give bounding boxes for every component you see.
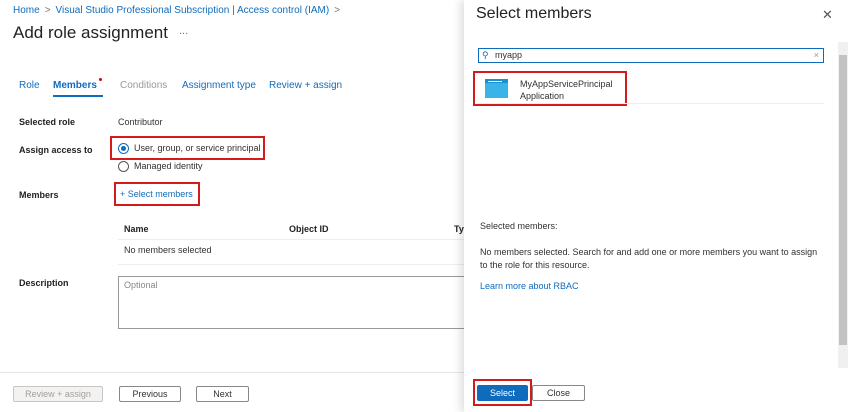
previous-button[interactable]: Previous [119, 386, 181, 402]
result-type: Application [520, 91, 565, 101]
radio-empty-icon [118, 161, 129, 173]
clear-icon[interactable]: × [814, 49, 819, 62]
selected-role-label: Selected role [19, 117, 76, 127]
assign-access-label: Assign access to [19, 145, 93, 155]
page-title: Add role assignment [13, 23, 168, 42]
more-options-button[interactable]: ... [179, 25, 188, 37]
radio-selected-icon [118, 143, 129, 155]
application-icon [485, 79, 508, 98]
scrollbar-thumb[interactable] [839, 55, 847, 345]
selected-role-value: Contributor [118, 117, 163, 127]
select-button[interactable]: Select [477, 385, 528, 401]
close-button[interactable]: Close [532, 385, 585, 401]
column-header-object-id: Object ID [289, 224, 329, 234]
tab-conditions[interactable]: Conditions [120, 80, 167, 91]
member-search-input[interactable]: ⚲ myapp × [478, 48, 824, 63]
divider [118, 264, 478, 265]
no-members-text: No members selected. Search for and add … [480, 247, 818, 270]
review-assign-button[interactable]: Review + assign [13, 386, 103, 402]
members-label: Members [19, 190, 59, 200]
search-value: myapp [495, 50, 523, 60]
tab-review-assign[interactable]: Review + assign [269, 80, 342, 91]
next-button[interactable]: Next [196, 386, 249, 402]
tab-members-label: Members [53, 80, 97, 91]
search-result-item[interactable]: MyAppServicePrincipal Application [476, 72, 824, 104]
result-name: MyAppServicePrincipal [520, 79, 613, 89]
required-dot [98, 78, 102, 81]
divider [118, 239, 478, 240]
chevron-right-icon: > [44, 5, 51, 16]
search-icon: ⚲ [482, 50, 489, 60]
learn-more-rbac-link[interactable]: Learn more about RBAC [480, 281, 579, 291]
radio-managed-identity[interactable]: Managed identity [118, 161, 203, 173]
selected-members-label: Selected members: [480, 221, 558, 231]
select-members-link[interactable]: + Select members [120, 189, 193, 199]
table-empty-text: No members selected [124, 245, 212, 255]
description-input[interactable]: Optional [118, 276, 478, 329]
radio-user-group-sp[interactable]: User, group, or service principal [118, 143, 261, 155]
breadcrumb: Home > Visual Studio Professional Subscrip… [13, 5, 345, 16]
chevron-right-icon: > [334, 5, 341, 16]
radio-label: User, group, or service principal [134, 143, 261, 153]
radio-label: Managed identity [134, 161, 203, 171]
breadcrumb-iam[interactable]: Visual Studio Professional Subscription … [56, 5, 330, 16]
tab-members[interactable]: Members [53, 78, 103, 97]
column-header-name: Name [124, 224, 149, 234]
tab-role[interactable]: Role [19, 80, 40, 91]
description-label: Description [19, 278, 69, 288]
close-icon[interactable]: ✕ [822, 7, 833, 23]
panel-title: Select members [476, 5, 592, 22]
breadcrumb-home[interactable]: Home [13, 5, 40, 16]
tab-assignment-type[interactable]: Assignment type [182, 80, 256, 91]
